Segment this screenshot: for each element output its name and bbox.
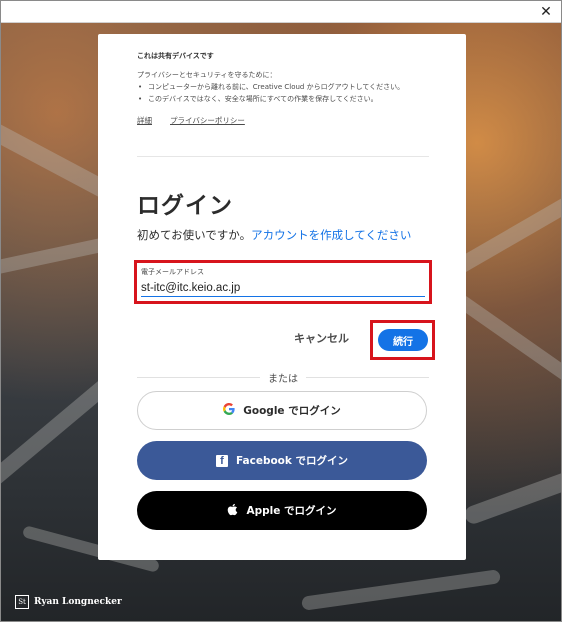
title-bar: ✕ [1,1,561,23]
facebook-login-label: Facebook でログイン [235,455,349,467]
details-link[interactable]: 詳細 [137,115,152,126]
create-account-link[interactable]: アカウントを作成してください [251,228,411,242]
apple-login-button[interactable]: Apple でログイン [137,491,427,530]
apple-icon [227,503,238,519]
notice-item: このデバイスではなく、安全な場所にすべての作業を保存してください。 [137,93,429,105]
stock-logo: St [15,595,29,609]
notice-item: コンピューターから離れる前に、Creative Cloud からログアウトしてく… [137,81,429,93]
google-login-label: Google でログイン [243,405,341,417]
close-icon[interactable]: ✕ [537,3,555,21]
photo-credit: St Ryan Longnecker [15,595,122,609]
photo-credit-name: Ryan Longnecker [34,597,122,607]
or-label: または [268,373,298,385]
divider [137,156,429,157]
apple-login-label: Apple でログイン [246,505,337,517]
signup-prompt: 初めてお使いですか。アカウントを作成してください [137,227,411,243]
page-title: ログイン [137,193,233,219]
separator-line [137,376,260,378]
separator-line [306,376,429,378]
continue-highlight-box: 続行 [370,320,435,360]
privacy-policy-link[interactable]: プライバシーポリシー [170,115,245,126]
login-card: これは共有デバイスです プライバシーとセキュリティを守るために： コンピューター… [98,34,466,560]
facebook-login-button[interactable]: f Facebook でログイン [137,441,427,480]
google-icon [223,403,235,418]
email-label: 電子メールアドレス [141,268,204,276]
facebook-icon: f [215,454,228,467]
notice-intro: プライバシーとセキュリティを守るために： [137,71,277,79]
notice-list: コンピューターから離れる前に、Creative Cloud からログアウトしてく… [137,81,429,105]
notice-title: これは共有デバイスです [137,52,214,60]
email-field[interactable] [141,279,425,297]
or-separator: または [137,370,429,385]
notice-links: 詳細 プライバシーポリシー [137,115,429,126]
signup-prompt-text: 初めてお使いですか。 [137,228,252,242]
app-window: ✕ St Ryan Longnecker これは共有デバイスです プライバシーと… [0,0,562,622]
continue-button[interactable]: 続行 [378,329,428,351]
email-highlight-box: 電子メールアドレス [134,260,432,304]
google-login-button[interactable]: Google でログイン [137,391,427,430]
cancel-button[interactable]: キャンセル [294,330,349,346]
shared-device-notice: これは共有デバイスです プライバシーとセキュリティを守るために： コンピューター… [137,51,429,126]
